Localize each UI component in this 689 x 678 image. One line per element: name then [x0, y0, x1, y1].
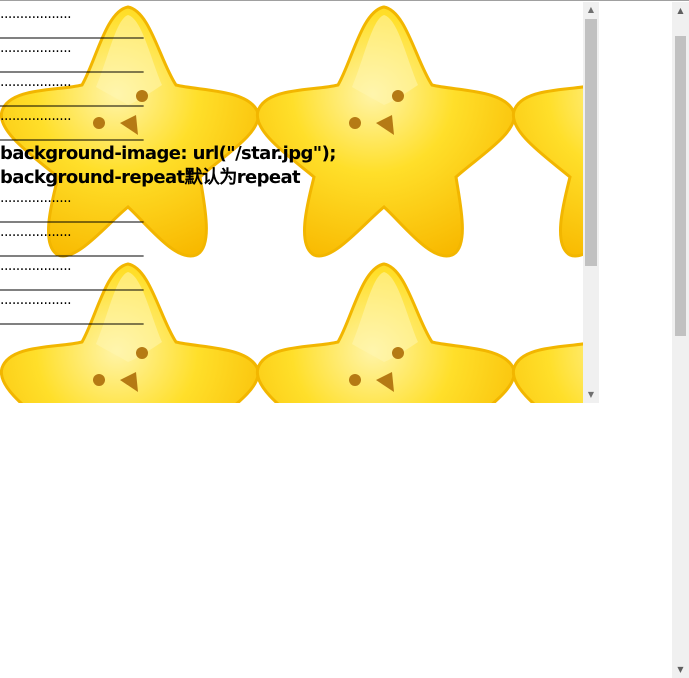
underscore-line: ______________________ [0, 23, 144, 39]
underscore-line: ______________________ [0, 57, 144, 73]
page-scroll-up-arrow-icon[interactable]: ▲ [672, 2, 689, 19]
dotted-line: .................. [0, 74, 72, 90]
dotted-line: .................. [0, 40, 72, 56]
dotted-line: .................. [0, 292, 72, 308]
underscore-line: ______________________ [0, 241, 144, 257]
scroll-up-arrow-icon[interactable]: ▲ [583, 2, 599, 18]
star-tiled-background: .................. _____________________… [0, 2, 583, 403]
code-line-background-repeat: background-repeat默认为repeat [0, 167, 301, 188]
underscore-line: ______________________ [0, 91, 144, 107]
underscore-line: ______________________ [0, 309, 144, 325]
page-scrollbar-thumb[interactable] [675, 36, 686, 336]
dotted-line: .................. [0, 224, 72, 240]
underscore-line: ______________________ [0, 207, 144, 223]
browser-viewport: .................. _____________________… [0, 0, 689, 678]
underscore-line: ______________________ [0, 125, 144, 141]
scroll-down-arrow-icon[interactable]: ▼ [583, 387, 599, 403]
code-line-background-image: background-image: url("/star.jpg"); [0, 143, 336, 164]
dotted-line: .................. [0, 190, 72, 206]
dotted-line: .................. [0, 258, 72, 274]
box-vertical-scrollbar[interactable]: ▲ ▼ [583, 2, 599, 403]
underscore-line: ______________________ [0, 275, 144, 291]
dotted-line: .................. [0, 108, 72, 124]
page-vertical-scrollbar[interactable]: ▲ ▼ [672, 2, 689, 678]
page-scroll-down-arrow-icon[interactable]: ▼ [672, 661, 689, 678]
box-content: .................. _____________________… [0, 2, 583, 326]
box-scrollbar-thumb[interactable] [585, 19, 597, 266]
scroll-box[interactable]: .................. _____________________… [0, 2, 599, 403]
dotted-line: .................. [0, 6, 72, 22]
